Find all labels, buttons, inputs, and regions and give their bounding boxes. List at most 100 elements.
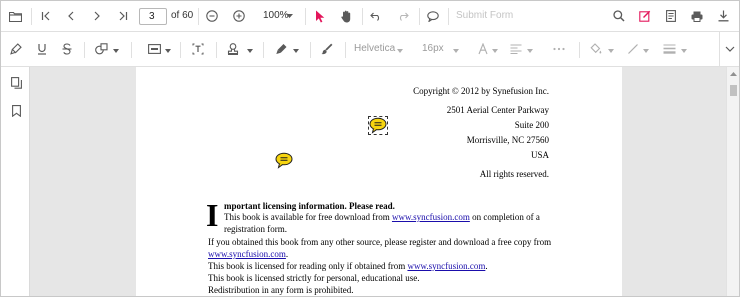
font-color-icon[interactable] [475, 41, 491, 57]
ink-icon[interactable] [319, 41, 335, 57]
sticky-note-selected[interactable] [368, 116, 388, 135]
paragraph-line: If you obtained this book from any other… [208, 237, 552, 247]
bookmarks-icon[interactable] [8, 103, 24, 119]
undo-icon[interactable] [368, 8, 384, 24]
strikethrough-icon[interactable] [59, 41, 75, 57]
shapes-icon[interactable] [93, 41, 109, 57]
text-align-icon[interactable] [508, 41, 524, 57]
last-page-icon[interactable] [115, 8, 131, 24]
toolbar-divider [448, 8, 449, 25]
underline-icon[interactable] [34, 41, 50, 57]
stroke-color-icon[interactable] [625, 41, 641, 57]
thickness-icon[interactable] [661, 41, 677, 57]
page-number-input[interactable]: 3 [139, 8, 167, 25]
toolbar-divider [131, 42, 132, 58]
signature-icon[interactable] [273, 41, 289, 57]
print-icon[interactable] [689, 8, 705, 24]
paragraph-line: This book is licensed for reading only i… [208, 261, 488, 271]
toolbar-divider [198, 8, 199, 25]
address-line: 2501 Aerial Center Parkway [446, 105, 549, 115]
paragraph-line: www.syncfusion.com. [208, 249, 288, 259]
section-heading: mportant licensing information. Please r… [224, 201, 395, 211]
chevron-down-icon[interactable] [491, 48, 498, 53]
open-file-icon[interactable] [7, 8, 23, 24]
text: . [485, 261, 488, 271]
chevron-down-icon[interactable] [164, 48, 171, 53]
pdf-page: Copyright © 2012 by Synefusion Inc. 2501… [136, 67, 622, 296]
text: on completion of a [469, 212, 540, 222]
toolbar-divider [579, 42, 580, 58]
address-line: USA [530, 150, 549, 160]
more-options-icon[interactable] [551, 41, 567, 57]
toolbar-divider [84, 42, 85, 58]
toolbar-divider [305, 8, 306, 25]
chevron-down-icon[interactable] [642, 48, 649, 53]
font-size-dropdown[interactable]: 16px [422, 43, 444, 54]
download-icon[interactable] [715, 8, 731, 24]
text: This book is licensed for reading only i… [208, 261, 408, 271]
toolbar-divider [362, 8, 363, 25]
collapse-toolbar-icon[interactable] [722, 41, 738, 57]
sticky-note[interactable] [275, 152, 294, 170]
zoom-in-icon[interactable] [231, 8, 247, 24]
search-icon[interactable] [611, 8, 627, 24]
chevron-down-icon[interactable] [246, 48, 253, 53]
toolbar-divider [345, 42, 346, 58]
chevron-down-icon[interactable] [285, 13, 293, 19]
font-family-dropdown[interactable]: Helvetica [354, 43, 395, 54]
page-thumbnails-icon[interactable] [8, 75, 24, 91]
scroll-up-icon[interactable] [730, 71, 737, 76]
toolbar-divider [310, 42, 311, 58]
chevron-down-icon[interactable] [607, 48, 614, 53]
document-viewer: Copyright © 2012 by Synefusion Inc. 2501… [30, 67, 726, 296]
address-line: Morrisville, NC 27560 [466, 135, 549, 145]
select-pointer-icon[interactable] [312, 8, 328, 24]
fill-color-icon[interactable] [588, 41, 604, 57]
paragraph-line: This book is available for free download… [224, 212, 540, 222]
address-line: Suite 200 [514, 120, 549, 130]
chevron-down-icon[interactable] [396, 48, 403, 53]
toolbar-divider [263, 42, 264, 58]
redo-icon[interactable] [395, 8, 411, 24]
chevron-down-icon[interactable] [112, 48, 119, 53]
chevron-down-icon[interactable] [292, 48, 299, 53]
chevron-down-icon[interactable] [680, 48, 687, 53]
paragraph-line: Redistribution in any form is prohibited… [208, 285, 354, 295]
first-page-icon[interactable] [38, 8, 54, 24]
comment-note-icon [369, 117, 387, 134]
toolbar-divider [180, 42, 181, 58]
next-page-icon[interactable] [89, 8, 105, 24]
chevron-down-icon[interactable] [526, 48, 533, 53]
vertical-scrollbar[interactable] [726, 67, 739, 296]
edit-annotation-icon[interactable] [637, 8, 653, 24]
comment-icon[interactable] [425, 8, 441, 24]
pdf-viewer: 3 of 60 100% Submit Form Helvetica 16px … [0, 0, 740, 297]
highlight-icon[interactable] [8, 41, 24, 57]
main-toolbar: 3 of 60 100% Submit Form [1, 1, 739, 32]
paragraph-line: registration form. [224, 224, 287, 234]
syncfusion-link[interactable]: www.syncfusion.com [208, 249, 286, 259]
text: This book is available for free download… [224, 212, 392, 222]
zoom-out-icon[interactable] [204, 8, 220, 24]
annotation-toolbar: Helvetica 16px [1, 32, 739, 67]
submit-form-button[interactable]: Submit Form [456, 10, 513, 21]
text: . [285, 249, 289, 259]
navigation-sidebar [1, 67, 30, 296]
syncfusion-link[interactable]: www.syncfusion.com [407, 261, 485, 271]
comment-note-icon [275, 152, 293, 169]
drop-cap: I [206, 197, 219, 233]
toolbar-divider [719, 32, 720, 67]
pan-hand-icon[interactable] [338, 8, 354, 24]
toolbar-divider [216, 42, 217, 58]
syncfusion-link[interactable]: www.syncfusion.com [392, 212, 470, 222]
calibrate-icon[interactable] [146, 41, 162, 57]
chevron-down-icon[interactable] [452, 48, 459, 53]
previous-page-icon[interactable] [63, 8, 79, 24]
free-text-icon[interactable] [190, 41, 206, 57]
stamp-icon[interactable] [225, 41, 241, 57]
form-designer-icon[interactable] [663, 8, 679, 24]
page-total-label: of 60 [171, 10, 194, 21]
toolbar-divider [31, 8, 32, 25]
scrollbar-thumb[interactable] [730, 85, 737, 96]
copyright-line: Copyright © 2012 by Synefusion Inc. [413, 86, 549, 96]
